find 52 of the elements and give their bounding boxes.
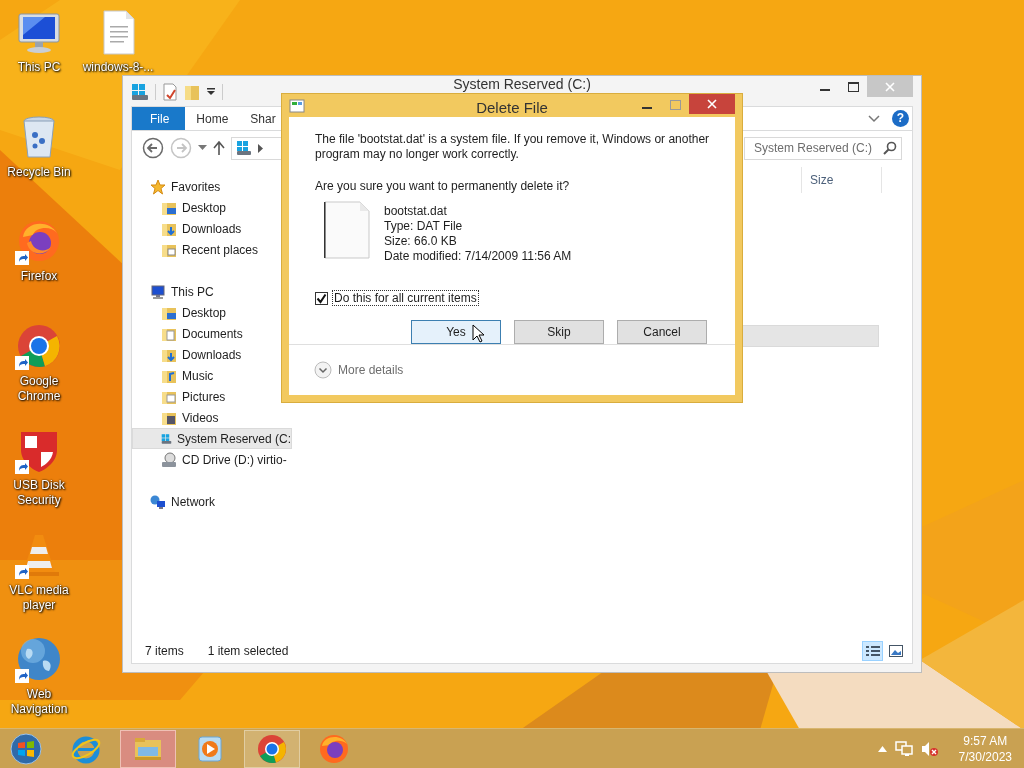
start-icon bbox=[10, 732, 42, 765]
star-icon bbox=[150, 178, 166, 195]
help-button[interactable]: ? bbox=[892, 110, 909, 127]
selection-count: 1 item selected bbox=[207, 643, 289, 660]
dialog-icon bbox=[289, 98, 305, 113]
drive-icon[interactable] bbox=[131, 82, 149, 101]
browser-icon bbox=[256, 732, 288, 765]
dialog-button[interactable]: Cancel bbox=[617, 320, 707, 344]
muted-speaker-icon[interactable] bbox=[920, 740, 939, 757]
ribbon-tab[interactable]: Home bbox=[185, 107, 240, 130]
file-size: Size: 66.0 KB bbox=[384, 234, 458, 249]
back-button[interactable] bbox=[142, 137, 164, 159]
tree-item[interactable]: System Reserved (C: bbox=[132, 428, 292, 449]
close-button[interactable] bbox=[689, 94, 735, 114]
network-icon bbox=[150, 493, 166, 510]
file-modified: Date modified: 7/14/2009 11:56 AM bbox=[384, 249, 572, 264]
warning-message: The file 'bootstat.dat' is a system file. If you remove it, Windows or another program may no longer work correctly. bbox=[315, 132, 711, 162]
file-name: bootstat.dat bbox=[384, 204, 448, 219]
file-icon bbox=[324, 201, 370, 259]
disc-drive-icon bbox=[161, 451, 177, 468]
tree-item[interactable]: Videos bbox=[132, 407, 292, 428]
ribbon-tab[interactable]: File bbox=[132, 107, 186, 130]
up-arrow-icon[interactable] bbox=[213, 141, 225, 155]
item-count: 7 items bbox=[145, 643, 184, 660]
search-icon[interactable] bbox=[883, 141, 897, 155]
close-icon[interactable] bbox=[707, 99, 717, 109]
chevron-icon bbox=[258, 143, 264, 153]
network-icon[interactable] bbox=[894, 740, 913, 757]
maximize-icon[interactable] bbox=[847, 81, 859, 92]
show-hidden-icons-icon[interactable] bbox=[877, 745, 887, 752]
browser-icon bbox=[318, 732, 350, 765]
chevron-icon[interactable] bbox=[868, 114, 880, 123]
column-header[interactable]: Size bbox=[802, 167, 882, 193]
more-details-link[interactable]: More details bbox=[338, 361, 404, 379]
expand-icon[interactable] bbox=[314, 361, 332, 379]
checkbox-label[interactable]: Do this for all current items bbox=[332, 290, 479, 306]
properties-icon[interactable] bbox=[162, 82, 178, 101]
drive-icon bbox=[236, 140, 252, 156]
dialog-title: Delete File bbox=[476, 98, 548, 118]
tree-item[interactable]: Network bbox=[132, 491, 292, 512]
checkbox[interactable] bbox=[315, 291, 328, 305]
dialog-button[interactable]: Yes bbox=[411, 320, 501, 344]
window-title: System Reserved (C:) bbox=[453, 77, 591, 92]
computer-icon bbox=[150, 283, 166, 300]
globe-icon[interactable] bbox=[15, 635, 63, 683]
mouse-cursor-icon bbox=[472, 324, 484, 343]
tree-item[interactable]: CD Drive (D:) virtio- bbox=[132, 449, 292, 470]
caret-icon[interactable] bbox=[206, 86, 216, 97]
search-field[interactable]: System Reserved (C:) bbox=[744, 136, 902, 160]
file-type: Type: DAT File bbox=[384, 219, 464, 234]
dialog-button[interactable]: Skip bbox=[514, 320, 604, 344]
confirmation-question: Are you sure you want to permanently delete it? bbox=[315, 178, 571, 195]
